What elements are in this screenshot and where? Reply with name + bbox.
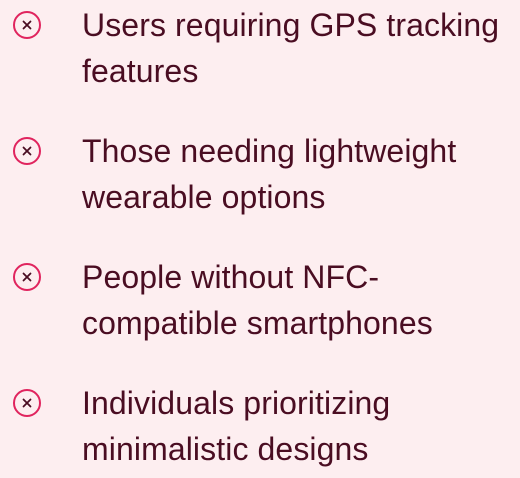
list-item-label: Users requiring GPS tracking features: [82, 7, 500, 89]
close-circle-icon: [12, 388, 42, 418]
list-item: People without NFC-compatible smartphone…: [0, 252, 520, 352]
list-item: Those needing lightweight wearable optio…: [0, 126, 520, 226]
close-circle-icon: [12, 136, 42, 166]
exclusion-list: Users requiring GPS tracking features Th…: [0, 0, 520, 476]
list-item: Users requiring GPS tracking features: [0, 0, 520, 100]
close-circle-icon: [12, 10, 42, 40]
list-item-label: Those needing lightweight wearable optio…: [82, 133, 457, 215]
close-circle-icon: [12, 262, 42, 292]
list-item-label: People without NFC-compatible smartphone…: [82, 259, 433, 341]
list-item: Individuals prioritizing minimalistic de…: [0, 378, 520, 478]
list-item-label: Individuals prioritizing minimalistic de…: [82, 385, 391, 467]
